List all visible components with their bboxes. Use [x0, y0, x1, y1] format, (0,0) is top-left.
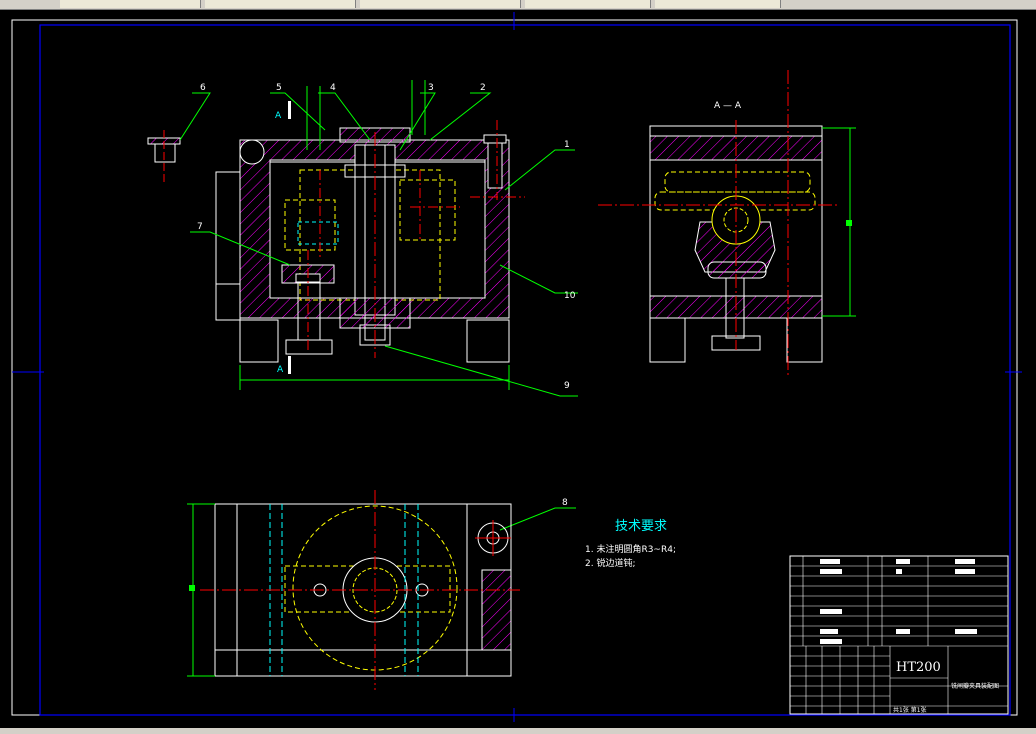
tech-requirement-2: 2. 锐边道钝; — [585, 557, 635, 569]
status-strip — [0, 728, 1036, 734]
tech-requirement-1: 1. 未注明圆角R3~R4; — [585, 543, 676, 555]
title-block-drawing-name: 铣闸瓣夹具装配图 — [951, 682, 999, 690]
sheet-border — [11, 19, 1018, 716]
part-label-4: 4 — [330, 83, 336, 93]
drawing-frame — [39, 24, 1011, 716]
part-label-10: 10 — [564, 291, 576, 301]
drawing-tab-1[interactable] — [60, 0, 201, 8]
part-label-3: 3 — [428, 83, 434, 93]
top-view — [187, 490, 520, 690]
part-label-2: 2 — [480, 83, 486, 93]
drawing-tab-3[interactable] — [360, 0, 521, 8]
detail-part-6 — [147, 130, 181, 185]
section-label-aa: A — A — [714, 101, 742, 111]
cad-drawing-canvas[interactable]: A A 6 5 4 3 2 1 7 10 9 8 A — A 技术要求 1. 未… — [0, 9, 1036, 728]
section-marker-bottom: A — [277, 365, 284, 375]
title-block — [789, 555, 1009, 715]
section-marker-top: A — [275, 111, 282, 121]
part-label-8: 8 — [562, 498, 568, 508]
drawing-tab-4[interactable] — [525, 0, 651, 8]
part-label-5: 5 — [276, 83, 282, 93]
front-view — [215, 80, 525, 390]
drawing-tab-5[interactable] — [655, 0, 781, 8]
part-label-1: 1 — [564, 140, 570, 150]
tech-requirements-title: 技术要求 — [615, 519, 667, 534]
side-view — [598, 70, 856, 378]
part-label-9: 9 — [564, 381, 570, 391]
drawing-tab-2[interactable] — [205, 0, 356, 8]
part-label-6: 6 — [200, 83, 206, 93]
part-label-7: 7 — [197, 222, 203, 232]
title-block-sheet-info: 共1张 第1张 — [893, 706, 927, 714]
title-block-material: HT200 — [896, 660, 941, 675]
